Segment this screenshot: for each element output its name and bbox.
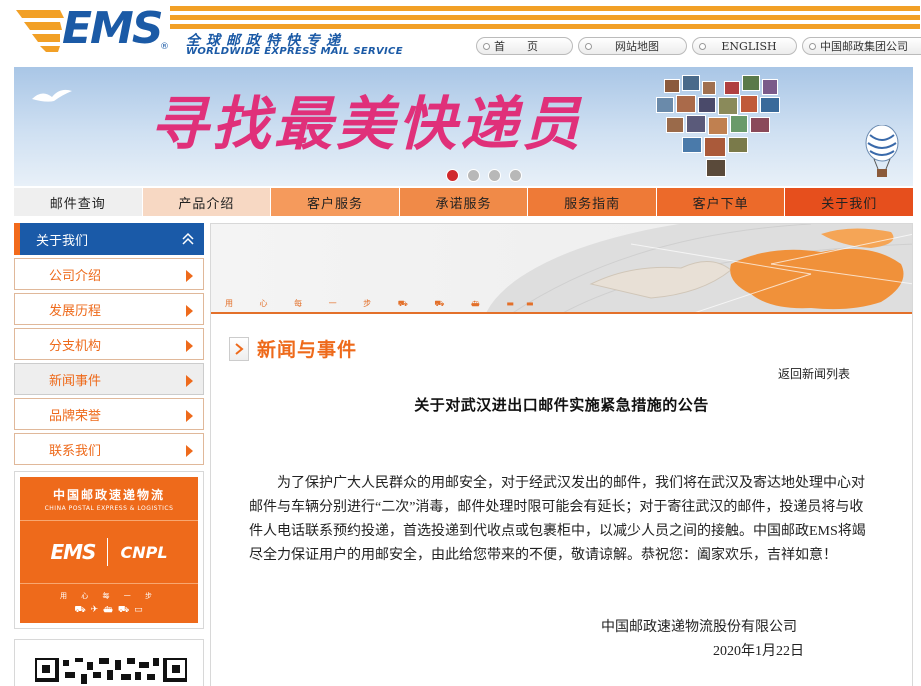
arrow-right-icon [186,410,193,422]
bullet-icon [699,42,706,50]
sidebar: 关于我们 公司介绍 发展历程 分支机构 新闻事件 品牌荣誉 联系我们 中国邮政速… [14,223,204,686]
banner-slogan: 用 心 每 一 步 ⛟ ⛟ ⛴ ▬▬ [225,299,546,308]
nav-service-guide[interactable]: 服务指南 [528,188,657,216]
promo-cnpl-logo: CNPL [120,542,168,562]
map-banner: 用 心 每 一 步 ⛟ ⛟ ⛴ ▬▬ [211,224,912,314]
sidebar-item-contact[interactable]: 联系我们 [14,433,204,465]
main-content: 用 心 每 一 步 ⛟ ⛟ ⛴ ▬▬ 新闻与事件 返回新闻列表 关于对武汉进出口… [210,223,913,686]
hot-air-balloon-icon [865,125,899,177]
sidebar-item-brand-honors[interactable]: 品牌荣誉 [14,398,204,430]
cnpl-promo-banner[interactable]: 中国邮政速递物流 CHINA POSTAL EXPRESS & LOGISTIC… [14,471,204,629]
ems-logo[interactable]: EMS [62,4,164,54]
article-body: 为了保护广大人民群众的用邮安全，对于经武汉发出的邮件，我们将在武汉及寄达地处理中… [249,476,866,563]
double-chevron-up-icon [182,232,194,245]
nav-customer-service[interactable]: 客户服务 [271,188,400,216]
promo-title-cn: 中国邮政速递物流 [52,487,165,502]
bullet-icon [585,42,592,50]
sidebar-item-company-intro[interactable]: 公司介绍 [14,258,204,290]
nav-about-us[interactable]: 关于我们 [785,188,914,216]
site-header: EMS ® 全球邮政特快专递 WORLDWIDE EXPRESS MAIL SE… [0,0,921,66]
toplink-sitemap[interactable]: 网站地图 [578,37,687,55]
toplink-home[interactable]: 首 页 [476,37,573,55]
nav-place-order[interactable]: 客户下单 [656,188,786,216]
slide-dot-3[interactable] [488,169,501,182]
nav-mail-tracking[interactable]: 邮件查询 [14,188,143,216]
toplink-english[interactable]: ENGLISH [692,37,797,55]
slide-dot-4[interactable] [509,169,522,182]
nav-service-commitment[interactable]: 承诺服务 [399,188,529,216]
qr-code-box [14,639,204,686]
arrow-right-icon [186,375,193,387]
signature-company: 中国邮政速递物流股份有限公司 [601,620,797,635]
photo-heart-collage [650,73,790,181]
signature-date: 2020年1月22日 [713,644,804,659]
registered-mark: ® [160,42,169,52]
article-title: 关于对武汉进出口邮件实施紧急措施的公告 [414,396,709,414]
arrow-right-icon [186,445,193,457]
slide-indicators [446,169,522,182]
top-links: 首 页 网站地图 ENGLISH 中国邮政集团公司 [476,37,921,55]
toplink-china-post-group[interactable]: 中国邮政集团公司 [802,37,921,55]
header-stripes [170,6,920,30]
arrow-right-icon [186,340,193,352]
banner-headline: 寻找最美快递员 [150,90,585,158]
logo-tagline-en: WORLDWIDE EXPRESS MAIL SERVICE [186,46,403,57]
qr-code-icon [35,658,187,684]
bullet-icon [809,42,816,50]
sidebar-item-branches[interactable]: 分支机构 [14,328,204,360]
promo-ems-logo: EMS [50,540,96,564]
bird-icon [32,89,72,102]
sidebar-item-news[interactable]: 新闻事件 [14,363,204,395]
sidebar-item-history[interactable]: 发展历程 [14,293,204,325]
slide-dot-2[interactable] [467,169,480,182]
chevron-right-icon [229,336,249,361]
back-to-news-list-link[interactable]: 返回新闻列表 [778,365,850,382]
main-nav: 邮件查询 产品介绍 客户服务 承诺服务 服务指南 客户下单 关于我们 [14,188,914,216]
bullet-icon [483,42,490,50]
arrow-right-icon [186,305,193,317]
vehicle-icons: ⛟ ✈ ⛴ ⛟ ▭ [74,605,144,615]
arrow-right-icon [186,270,193,282]
sidebar-heading[interactable]: 关于我们 [14,223,204,255]
section-title: 新闻与事件 [257,339,358,361]
section-header: 新闻与事件 [229,335,357,362]
nav-products[interactable]: 产品介绍 [142,188,272,216]
slide-dot-1[interactable] [446,169,459,182]
hero-banner[interactable]: 寻找最美快递员 [14,67,913,186]
promo-slogan: 用 心 每 一 步 [60,592,158,600]
promo-title-en: CHINA POSTAL EXPRESS & LOGISTICS [44,504,174,512]
